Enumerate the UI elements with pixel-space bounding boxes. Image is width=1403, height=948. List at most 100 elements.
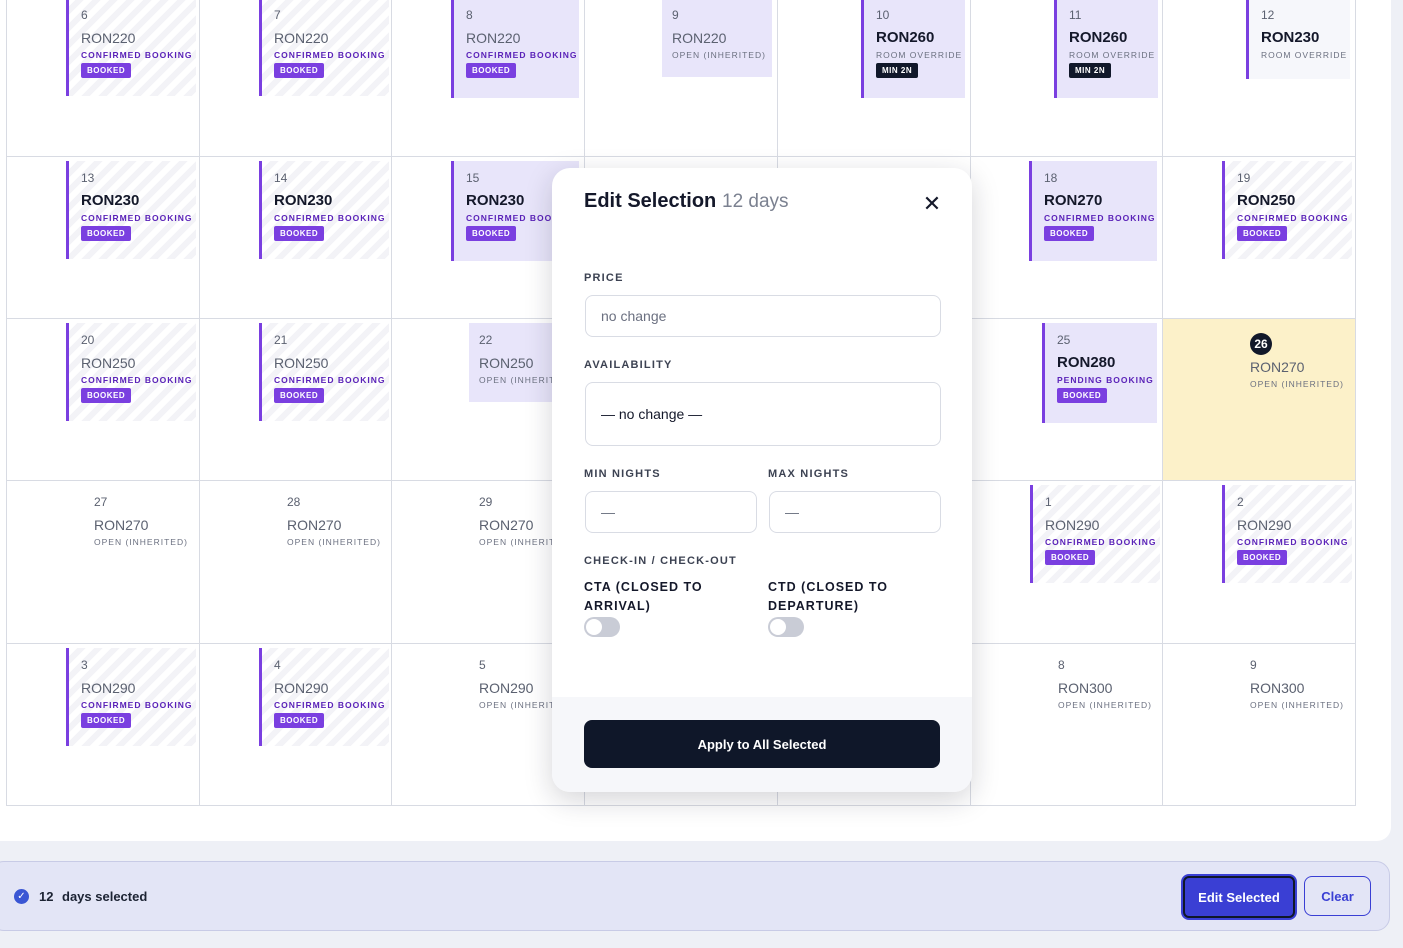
today-day-number: 26 <box>1250 333 1272 355</box>
day-status: OPEN (INHERITED) <box>94 537 188 547</box>
day-number: 1 <box>1045 495 1052 509</box>
selected-text: days selected <box>62 889 148 904</box>
calendar-day-cell[interactable]: 18 RON270 CONFIRMED BOOKING BOOKED <box>971 157 1163 319</box>
day-status: CONFIRMED BOOKING <box>466 50 578 60</box>
day-status: CONFIRMED BOOKING <box>274 50 386 60</box>
booked-badge: BOOKED <box>1057 388 1108 403</box>
close-icon[interactable]: ✕ <box>920 192 944 216</box>
day-number: 9 <box>672 8 679 22</box>
day-block: 26 RON270 OPEN (INHERITED) <box>1240 323 1350 403</box>
day-status: PENDING BOOKING <box>1057 375 1154 385</box>
calendar-day-cell[interactable]: 8 RON220 CONFIRMED BOOKING BOOKED <box>392 0 585 157</box>
day-block: 13 RON230 CONFIRMED BOOKING BOOKED <box>66 161 196 259</box>
day-price: RON290 <box>1237 517 1292 533</box>
ctd-label: CTD (CLOSED TO DEPARTURE) <box>768 580 889 613</box>
day-block: 11 RON260 ROOM OVERRIDE MIN 2N <box>1054 0 1158 98</box>
day-status: CONFIRMED BOOKING <box>81 700 193 710</box>
day-status: CONFIRMED BOOKING <box>1237 537 1349 547</box>
calendar-day-cell[interactable]: 28 RON270 OPEN (INHERITED) <box>200 481 392 644</box>
calendar-day-cell[interactable]: 27 RON270 OPEN (INHERITED) <box>7 481 200 644</box>
day-block: 12 RON230 ROOM OVERRIDE <box>1246 0 1350 79</box>
calendar-day-cell[interactable]: 6 RON220 CONFIRMED BOOKING BOOKED <box>7 0 200 157</box>
day-status: OPEN (INHERITED) <box>287 537 381 547</box>
day-block: 25 RON280 PENDING BOOKING BOOKED <box>1042 323 1157 423</box>
calendar-day-cell[interactable]: 2 RON290 CONFIRMED BOOKING BOOKED <box>1163 481 1356 644</box>
day-block: 14 RON230 CONFIRMED BOOKING BOOKED <box>259 161 389 259</box>
day-block: 9 RON220 OPEN (INHERITED) <box>662 0 772 77</box>
modal-title: Edit Selection <box>584 190 717 212</box>
booked-badge: BOOKED <box>1237 226 1288 241</box>
day-block: 3 RON290 CONFIRMED BOOKING BOOKED <box>66 648 196 746</box>
cta-toggle[interactable] <box>584 617 620 637</box>
selection-bar: ✓ 12 days selected Edit Selected Clear <box>0 861 1390 931</box>
edit-selected-button[interactable]: Edit Selected <box>1183 876 1295 918</box>
calendar-day-cell[interactable]: 9 RON220 OPEN (INHERITED) <box>585 0 778 157</box>
calendar-day-cell[interactable]: 3 RON290 CONFIRMED BOOKING BOOKED <box>7 644 200 806</box>
day-number: 9 <box>1250 658 1257 672</box>
availability-select[interactable]: — no change — <box>585 382 941 446</box>
booked-badge: BOOKED <box>1237 550 1288 565</box>
day-block: 6 RON220 CONFIRMED BOOKING BOOKED <box>66 0 196 96</box>
day-block: 27 RON270 OPEN (INHERITED) <box>84 485 194 565</box>
booked-badge: BOOKED <box>466 63 517 78</box>
day-price: RON220 <box>672 30 727 46</box>
calendar-day-cell[interactable]: 10 RON260 ROOM OVERRIDE MIN 2N <box>778 0 971 157</box>
day-status: CONFIRMED BOOKING <box>1237 213 1349 223</box>
max-nights-input[interactable] <box>769 491 941 533</box>
calendar-day-cell[interactable]: 21 RON250 CONFIRMED BOOKING BOOKED <box>200 319 392 481</box>
day-block: 28 RON270 OPEN (INHERITED) <box>277 485 387 565</box>
day-number: 25 <box>1057 333 1071 347</box>
calendar-day-cell[interactable]: 8 RON300 OPEN (INHERITED) <box>971 644 1163 806</box>
apply-to-all-button[interactable]: Apply to All Selected <box>584 720 940 768</box>
day-status: CONFIRMED BOOKING <box>1045 537 1157 547</box>
calendar-day-cell[interactable]: 11 RON260 ROOM OVERRIDE MIN 2N <box>971 0 1163 157</box>
day-price: RON270 <box>1250 359 1305 375</box>
ctd-toggle[interactable] <box>768 617 804 637</box>
calendar-day-cell[interactable]: 14 RON230 CONFIRMED BOOKING BOOKED <box>200 157 392 319</box>
day-number: 11 <box>1069 8 1082 22</box>
checkin-checkout-label: CHECK-IN / CHECK-OUT <box>584 555 737 567</box>
calendar-day-cell[interactable]: 25 RON280 PENDING BOOKING BOOKED <box>971 319 1163 481</box>
booked-badge: BOOKED <box>274 226 325 241</box>
calendar-day-cell[interactable]: 19 RON250 CONFIRMED BOOKING BOOKED <box>1163 157 1356 319</box>
calendar-day-cell[interactable]: 26 RON270 OPEN (INHERITED) <box>1163 319 1356 481</box>
day-number: 8 <box>466 8 473 22</box>
day-block: 4 RON290 CONFIRMED BOOKING BOOKED <box>259 648 389 746</box>
cta-label: CTA (CLOSED TO ARRIVAL) <box>584 580 703 613</box>
day-number: 10 <box>876 8 890 22</box>
calendar-day-cell[interactable]: 13 RON230 CONFIRMED BOOKING BOOKED <box>7 157 200 319</box>
day-number: 4 <box>274 658 281 672</box>
day-price: RON270 <box>94 517 149 533</box>
booked-badge: BOOKED <box>274 388 325 403</box>
booked-badge: BOOKED <box>81 226 132 241</box>
day-status: CONFIRMED BOOKING <box>274 375 386 385</box>
calendar-day-cell[interactable]: 12 RON230 ROOM OVERRIDE <box>1163 0 1356 157</box>
min-nights-badge: MIN 2N <box>1069 63 1112 78</box>
day-block: 21 RON250 CONFIRMED BOOKING BOOKED <box>259 323 389 421</box>
min-nights-label: MIN NIGHTS <box>584 468 661 480</box>
day-status: OPEN (INHERITED) <box>672 50 766 60</box>
day-number: 14 <box>274 171 288 185</box>
booked-badge: BOOKED <box>1044 226 1095 241</box>
day-status: CONFIRMED BOOKING <box>274 700 386 710</box>
calendar-day-cell[interactable]: 4 RON290 CONFIRMED BOOKING BOOKED <box>200 644 392 806</box>
day-block: 18 RON270 CONFIRMED BOOKING BOOKED <box>1029 161 1157 261</box>
calendar-day-cell[interactable]: 7 RON220 CONFIRMED BOOKING BOOKED <box>200 0 392 157</box>
calendar-day-cell[interactable]: 20 RON250 CONFIRMED BOOKING BOOKED <box>7 319 200 481</box>
modal-footer: Apply to All Selected <box>552 697 972 792</box>
availability-label: AVAILABILITY <box>584 359 673 371</box>
min-nights-badge: MIN 2N <box>876 63 919 78</box>
day-price: RON270 <box>287 517 342 533</box>
calendar-day-cell[interactable]: 1 RON290 CONFIRMED BOOKING BOOKED <box>971 481 1163 644</box>
day-price: RON230 <box>81 192 140 209</box>
day-price: RON280 <box>1057 354 1116 371</box>
day-status: CONFIRMED BOOKING <box>274 213 386 223</box>
day-status: OPEN (INHERITED) <box>1058 700 1152 710</box>
price-input[interactable] <box>585 295 941 337</box>
calendar-day-cell[interactable]: 9 RON300 OPEN (INHERITED) <box>1163 644 1356 806</box>
booked-badge: BOOKED <box>274 713 325 728</box>
booked-badge: BOOKED <box>81 388 132 403</box>
clear-button[interactable]: Clear <box>1304 876 1371 916</box>
min-nights-input[interactable] <box>585 491 757 533</box>
day-number: 19 <box>1237 171 1251 185</box>
